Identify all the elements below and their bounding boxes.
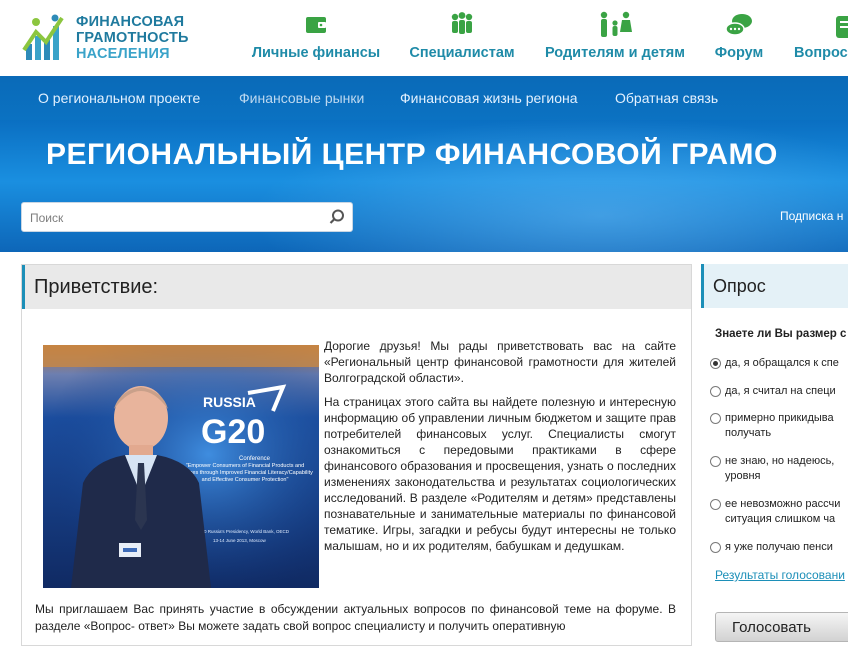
subnav-item-feedback[interactable]: Обратная связь xyxy=(615,90,718,106)
poll-option-label: я уже получаю пенси xyxy=(725,541,833,553)
logo-wordmark: ФИНАНСОВАЯ ГРАМОТНОСТЬ НАСЕЛЕНИЯ xyxy=(76,14,189,62)
radio-button[interactable] xyxy=(710,358,721,369)
photo-illustration: RUSSIA G20 Conference "Empower Consumers… xyxy=(43,345,319,588)
poll-option[interactable]: не знаю, но надеюсь, уровня xyxy=(710,454,835,484)
logo-chart-icon xyxy=(22,14,64,60)
greeting-forum-invite: Мы приглашаем Вас принять участие в обсу… xyxy=(35,602,676,633)
greeting-panel: Приветствие: RUSSIA G20 Conference "Empo… xyxy=(21,264,692,646)
search-icon[interactable] xyxy=(328,208,346,226)
poll-option[interactable]: да, я обращался к спе xyxy=(710,356,839,371)
subnav-item-region-financial-life[interactable]: Финансовая жизнь региона xyxy=(400,90,578,106)
poll-option-label: ее невозможно рассчи xyxy=(725,498,841,510)
topnav-specialists[interactable]: Специалистам xyxy=(404,0,520,76)
radio-button[interactable] xyxy=(710,542,721,553)
greeting-paragraph: Дорогие друзья! Мы рады приветствовать в… xyxy=(324,339,676,385)
poll-option-label: примерно прикидыва xyxy=(725,412,834,424)
logo-line-3: НАСЕЛЕНИЯ xyxy=(76,46,170,62)
search-box xyxy=(21,202,353,232)
greeting-title: Приветствие: xyxy=(34,276,159,298)
search-input[interactable] xyxy=(28,207,322,229)
topnav-forum[interactable]: Форум xyxy=(708,0,770,76)
secondary-nav: О региональном проекте Финансовые рынки … xyxy=(0,76,848,120)
topnav-question[interactable]: Вопрос xyxy=(790,0,848,76)
poll-option-label-cont: ситуация слишком ча xyxy=(725,513,836,525)
logo-line-1: ФИНАНСОВАЯ xyxy=(76,14,185,30)
subnav-item-financial-markets[interactable]: Финансовые рынки xyxy=(239,90,364,106)
poll-option-label: да, я обращался к спе xyxy=(725,357,839,369)
poll-widget: Опрос Знаете ли Вы размер с да, я обраща… xyxy=(701,264,848,644)
radio-button[interactable] xyxy=(710,499,721,510)
radio-button[interactable] xyxy=(710,456,721,467)
photo-banner-word: RUSSIA xyxy=(203,394,256,410)
topnav-label: Родителям и детям xyxy=(545,45,685,61)
topnav-label: Специалистам xyxy=(409,45,515,61)
chat-bubbles-icon xyxy=(725,14,752,36)
poll-results-link[interactable]: Результаты голосовани xyxy=(715,568,845,582)
topnav-parents-children[interactable]: Родителям и детям xyxy=(540,0,690,76)
subscribe-link[interactable]: Подписка н xyxy=(780,209,843,223)
hero-banner: О региональном проекте Финансовые рынки … xyxy=(0,76,848,252)
radio-button[interactable] xyxy=(710,413,721,424)
photo-banner-sub: Conference xyxy=(239,456,271,462)
vote-button[interactable]: Голосовать xyxy=(715,612,848,642)
poll-option[interactable]: я уже получаю пенси xyxy=(710,540,833,555)
topnav-label: Форум xyxy=(714,45,764,61)
poll-option[interactable]: ее невозможно рассчи ситуация слишком ча xyxy=(710,497,841,527)
poll-option-label-cont: уровня xyxy=(725,470,761,482)
greeting-intro: Дорогие друзья! Мы рады приветствовать в… xyxy=(324,338,676,562)
radio-button[interactable] xyxy=(710,386,721,397)
greeting-paragraph: На страницах этого сайта вы найдете поле… xyxy=(324,395,676,553)
poll-header: Опрос xyxy=(701,264,848,308)
question-icon xyxy=(836,16,848,38)
topnav-label: Личные финансы xyxy=(251,45,381,61)
photo-banner-logo: G20 xyxy=(201,413,265,451)
topnav-personal-finance[interactable]: Личные финансы xyxy=(250,0,382,76)
greeting-header: Приветствие: xyxy=(22,265,691,309)
poll-option[interactable]: примерно прикидыва получать xyxy=(710,411,834,441)
poll-option-label-cont: получать xyxy=(725,427,772,439)
greeting-photo: RUSSIA G20 Conference "Empower Consumers… xyxy=(43,345,319,588)
poll-option-label: не знаю, но надеюсь, xyxy=(725,455,835,467)
family-icon xyxy=(600,11,632,37)
site-header: ФИНАНСОВАЯ ГРАМОТНОСТЬ НАСЕЛЕНИЯ Личные … xyxy=(0,0,848,76)
poll-option[interactable]: да, я считал на специ xyxy=(710,384,836,399)
page-title: РЕГИОНАЛЬНЫЙ ЦЕНТР ФИНАНСОВОЙ ГРАМО xyxy=(46,138,778,171)
poll-title: Опрос xyxy=(713,276,766,296)
photo-banner-date: 13-14 June 2013, Moscow xyxy=(213,538,267,543)
logo-line-2: ГРАМОТНОСТЬ xyxy=(76,30,189,46)
subnav-item-regional-project[interactable]: О региональном проекте xyxy=(38,90,200,106)
wallet-icon xyxy=(306,17,326,33)
poll-question: Знаете ли Вы размер с xyxy=(715,328,847,340)
poll-option-label: да, я считал на специ xyxy=(725,385,836,397)
site-logo[interactable]: ФИНАНСОВАЯ ГРАМОТНОСТЬ НАСЕЛЕНИЯ xyxy=(22,10,188,66)
topnav-label: Вопрос xyxy=(794,45,848,61)
people-group-icon xyxy=(451,12,473,34)
